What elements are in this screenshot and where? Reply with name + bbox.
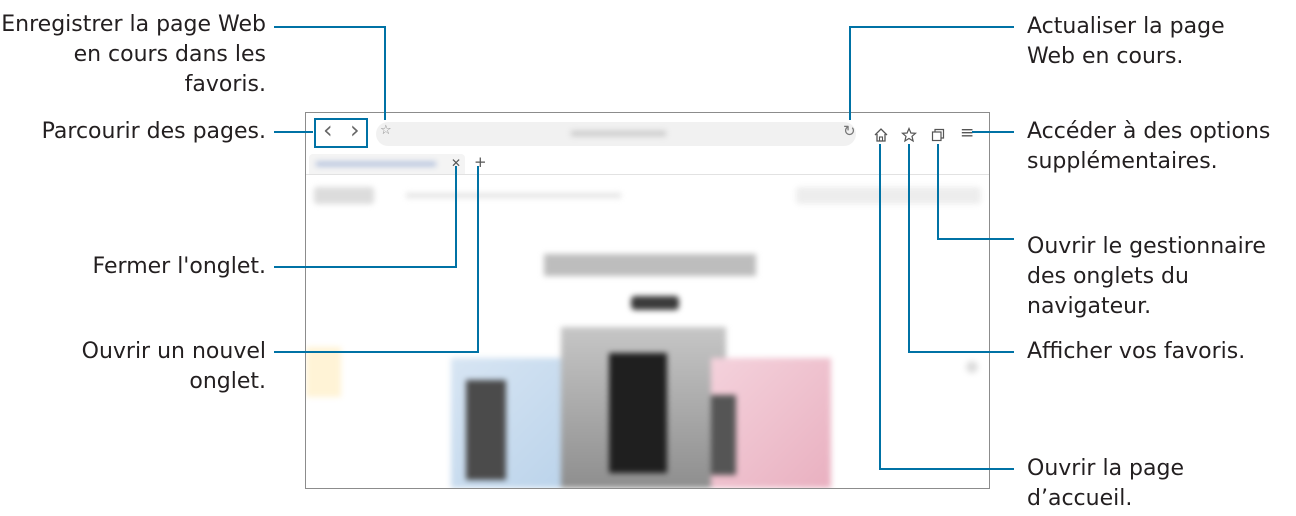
callout-refresh: Actualiser la page Web en cours.	[1027, 14, 1225, 69]
leader-close-tab	[274, 166, 457, 268]
leader-tab-manager	[937, 144, 1014, 240]
callout-close-tab: Fermer l'onglet.	[92, 254, 266, 279]
leader-home	[879, 144, 1014, 470]
callout-more-options: Accéder à des options supplémentaires.	[1027, 119, 1271, 174]
leader-new-tab	[274, 166, 479, 353]
callout-home: Ouvrir la page d’accueil.	[1027, 456, 1185, 511]
callout-browse-pages: Parcourir des pages.	[41, 119, 266, 144]
leader-show-bookmarks	[908, 144, 1014, 353]
callout-tab-manager: Ouvrir le gestionnaire des onglets du na…	[1027, 234, 1266, 319]
callout-show-bookmarks: Afficher vos favoris.	[1027, 339, 1246, 364]
callout-bookmark-save: Enregistrer la page Web en cours dans le…	[1, 12, 266, 97]
leader-bookmark-save	[274, 26, 386, 120]
callout-new-tab: Ouvrir un nouvel onglet.	[81, 339, 266, 394]
leader-refresh	[849, 26, 1014, 120]
